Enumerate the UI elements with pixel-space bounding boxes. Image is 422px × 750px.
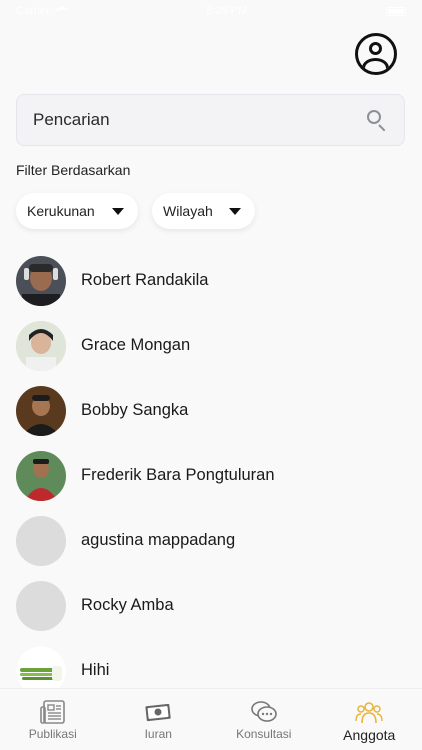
caret-down-icon bbox=[229, 207, 241, 215]
users-icon bbox=[355, 702, 383, 724]
member-item[interactable]: Robert Randakila bbox=[16, 248, 406, 313]
battery-icon bbox=[386, 6, 406, 16]
member-avatar bbox=[16, 450, 66, 501]
status-left: Carrier bbox=[16, 5, 68, 17]
member-avatar bbox=[16, 320, 66, 371]
tab-publikasi-label: Publikasi bbox=[28, 727, 77, 741]
member-avatar-placeholder bbox=[16, 515, 66, 566]
newspaper-icon bbox=[39, 700, 65, 724]
tab-konsultasi[interactable]: Konsultasi bbox=[211, 689, 317, 750]
tab-iuran[interactable]: Iuran bbox=[106, 689, 212, 750]
status-time: 8:25 PM bbox=[206, 5, 248, 17]
member-name: Bobby Sangka bbox=[81, 401, 189, 419]
profile-button[interactable] bbox=[355, 33, 397, 75]
member-item[interactable]: Frederik Bara Pongtuluran bbox=[16, 443, 406, 508]
member-name: Robert Randakila bbox=[81, 271, 209, 289]
search-icon[interactable] bbox=[366, 109, 388, 132]
member-name: Hihi bbox=[81, 661, 110, 679]
tab-iuran-label: Iuran bbox=[144, 727, 172, 741]
member-name: Rocky Amba bbox=[81, 596, 174, 614]
search-bar[interactable] bbox=[16, 94, 405, 146]
member-avatar bbox=[16, 255, 66, 306]
money-icon bbox=[145, 703, 171, 722]
carrier-label: Carrier bbox=[16, 5, 50, 17]
status-bar: Carrier 8:25 PM bbox=[0, 0, 422, 22]
user-icon-body bbox=[362, 58, 389, 72]
member-avatar-placeholder bbox=[16, 580, 66, 631]
bottom-navigation: Publikasi Iuran Konsultasi Anggota bbox=[0, 688, 422, 750]
caret-down-icon bbox=[112, 207, 124, 215]
wilayah-label: Wilayah bbox=[163, 203, 213, 219]
member-item[interactable]: agustina mappadang bbox=[16, 508, 406, 573]
member-name: Frederik Bara Pongtuluran bbox=[81, 466, 275, 484]
search-input[interactable] bbox=[33, 110, 366, 130]
tab-anggota[interactable]: Anggota bbox=[317, 689, 422, 750]
member-name: agustina mappadang bbox=[81, 531, 236, 549]
wifi-icon bbox=[55, 6, 68, 16]
kerukunan-label: Kerukunan bbox=[27, 203, 95, 219]
tab-publikasi[interactable]: Publikasi bbox=[0, 689, 106, 750]
member-name: Grace Mongan bbox=[81, 336, 191, 354]
tab-konsultasi-label: Konsultasi bbox=[236, 727, 292, 741]
wilayah-dropdown[interactable]: Wilayah bbox=[152, 193, 255, 229]
kerukunan-dropdown[interactable]: Kerukunan bbox=[16, 193, 138, 229]
filter-label: Filter Berdasarkan bbox=[16, 162, 131, 178]
chat-icon bbox=[250, 701, 277, 722]
member-list: Robert Randakila Grace Mongan Bobby Sang… bbox=[16, 248, 406, 703]
tab-anggota-label: Anggota bbox=[343, 727, 396, 743]
member-avatar bbox=[16, 385, 66, 436]
user-icon bbox=[369, 42, 382, 55]
member-item[interactable]: Bobby Sangka bbox=[16, 378, 406, 443]
member-item[interactable]: Rocky Amba bbox=[16, 573, 406, 638]
member-item[interactable]: Grace Mongan bbox=[16, 313, 406, 378]
